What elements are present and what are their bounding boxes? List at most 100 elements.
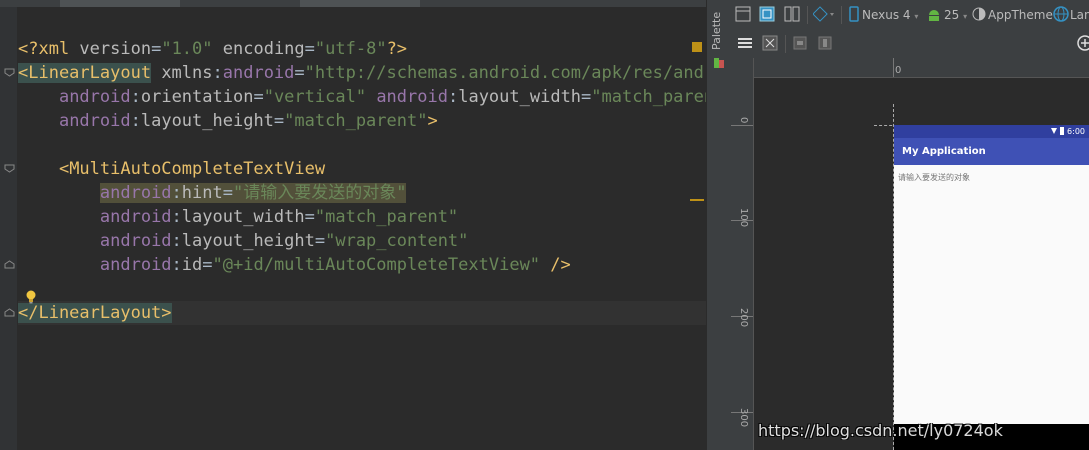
device-selector[interactable]: Nexus 4 ▾ (848, 6, 918, 24)
code-token: = (253, 87, 264, 107)
palette-icon (713, 54, 725, 68)
fold-marker-icon[interactable] (4, 260, 15, 269)
ruler-label: 0 (895, 65, 902, 76)
ruler-label: 100 (738, 208, 749, 228)
code-token: "vertical" (263, 87, 367, 107)
fold-marker-icon[interactable] (4, 164, 15, 173)
code-token: layout_height (140, 111, 274, 131)
code-token: : (171, 255, 182, 275)
zoom-in-icon[interactable] (1077, 35, 1089, 53)
code-line[interactable]: android:orientation="vertical" android:l… (18, 85, 706, 109)
code-token: android (58, 87, 131, 107)
align-icon[interactable] (792, 35, 808, 53)
code-token: : (447, 87, 459, 107)
code-line[interactable]: <?xml version="1.0" encoding="utf-8"?> (18, 37, 407, 61)
palette-label[interactable]: Palette (710, 12, 723, 50)
multi-autocomplete-hint[interactable]: 请输入要发送的对象 (898, 172, 970, 183)
code-token: = (304, 39, 315, 59)
infer-icon[interactable] (817, 35, 833, 53)
theme-name: AppTheme (988, 8, 1053, 22)
device-preview[interactable]: 6:00 My Application 请输入要发送的对象 (894, 125, 1089, 450)
code-line[interactable]: </LinearLayout> (18, 301, 706, 325)
code-token: </LinearLayout> (18, 303, 172, 323)
toolbar-separator (785, 35, 786, 53)
warning-marker[interactable] (692, 42, 702, 52)
code-token: = (202, 255, 213, 275)
ruler-tick (893, 58, 894, 77)
code-token: <LinearLayout (18, 63, 152, 83)
fold-marker-icon[interactable] (4, 308, 15, 317)
fold-marker-icon[interactable] (4, 68, 15, 77)
code-line[interactable]: android:hint="请输入要发送的对象" (18, 181, 407, 205)
menu-icon[interactable] (737, 35, 753, 53)
theme-selector[interactable]: AppTheme (972, 6, 1053, 24)
wifi-battery-icon (1051, 127, 1065, 137)
code-token: encoding (222, 39, 305, 59)
code-token: "wrap_content" (325, 231, 469, 251)
code-token: = (273, 111, 285, 131)
lightbulb-icon[interactable] (25, 289, 37, 304)
layout-designer: Nexus 4 ▾ 25 ▾ AppTheme Lan 0 0 100 200 … (731, 0, 1089, 450)
code-token: id (181, 255, 203, 275)
status-bar: 6:00 (894, 125, 1089, 138)
palette-tool-window-strip[interactable]: Palette (706, 0, 731, 450)
code-token: = (314, 231, 326, 251)
code-line[interactable]: android:layout_width="match_parent" (18, 205, 458, 229)
ruler-label: 0 (738, 117, 749, 124)
code-line[interactable]: <MultiAutoCompleteTextView (18, 157, 325, 181)
code-token: layout_width (458, 87, 582, 107)
code-token: : (171, 231, 182, 251)
code-line[interactable]: android:layout_height="wrap_content" (18, 229, 469, 253)
code-token: > (427, 111, 438, 131)
status-time: 6:00 (1067, 127, 1085, 136)
code-token: = (151, 39, 162, 59)
code-token: layout_height (181, 231, 315, 251)
code-token: android (99, 183, 172, 203)
code-line[interactable]: android:layout_height="match_parent"> (18, 109, 438, 133)
code-token: : (130, 87, 141, 107)
code-token: android (99, 231, 172, 251)
code-token: "match_parent" (284, 111, 428, 131)
code-token: hint (181, 183, 223, 203)
blueprint-view-icon[interactable] (759, 6, 775, 24)
code-line[interactable]: <LinearLayout xmlns:android="http://sche… (18, 61, 706, 85)
device-name: Nexus 4 (862, 8, 911, 22)
code-line[interactable]: android:id="@+id/multiAutoCompleteTextVi… (18, 253, 571, 277)
editor-tab-strip (0, 0, 706, 7)
code-token: orientation (140, 87, 254, 107)
language-selector[interactable]: Lan (1053, 6, 1089, 24)
code-token: = (304, 207, 315, 227)
orientation-icon[interactable] (813, 6, 837, 24)
code-token: version (79, 39, 152, 59)
api-selector[interactable]: 25 ▾ (926, 6, 967, 24)
left-ruler: 0 100 200 300 (731, 58, 754, 450)
code-token: <?xml (18, 39, 80, 59)
xml-code-editor[interactable]: <?xml version="1.0" encoding="utf-8"?> <L… (0, 0, 706, 450)
code-token: : (171, 207, 182, 227)
toolbar-separator (807, 6, 808, 24)
split-view-icon[interactable] (784, 6, 800, 24)
editor-tab[interactable] (60, 0, 180, 7)
api-level: 25 (944, 8, 960, 22)
ruler-label: 200 (738, 308, 749, 328)
code-token: android (99, 255, 172, 275)
design-view-icon[interactable] (735, 6, 751, 24)
designer-secondary-toolbar (731, 30, 1089, 59)
warning-stripe[interactable] (690, 199, 704, 201)
code-token: "match_parent" (591, 87, 706, 107)
ruler-tick (731, 125, 753, 126)
editor-tab[interactable] (300, 0, 420, 7)
code-token: "1.0" (161, 39, 213, 59)
toolbar-separator (841, 6, 842, 24)
code-token: "utf-8" (314, 39, 387, 59)
constraint-icon[interactable] (762, 35, 778, 53)
language-label: Lan (1070, 8, 1089, 22)
code-token: : (171, 183, 182, 203)
